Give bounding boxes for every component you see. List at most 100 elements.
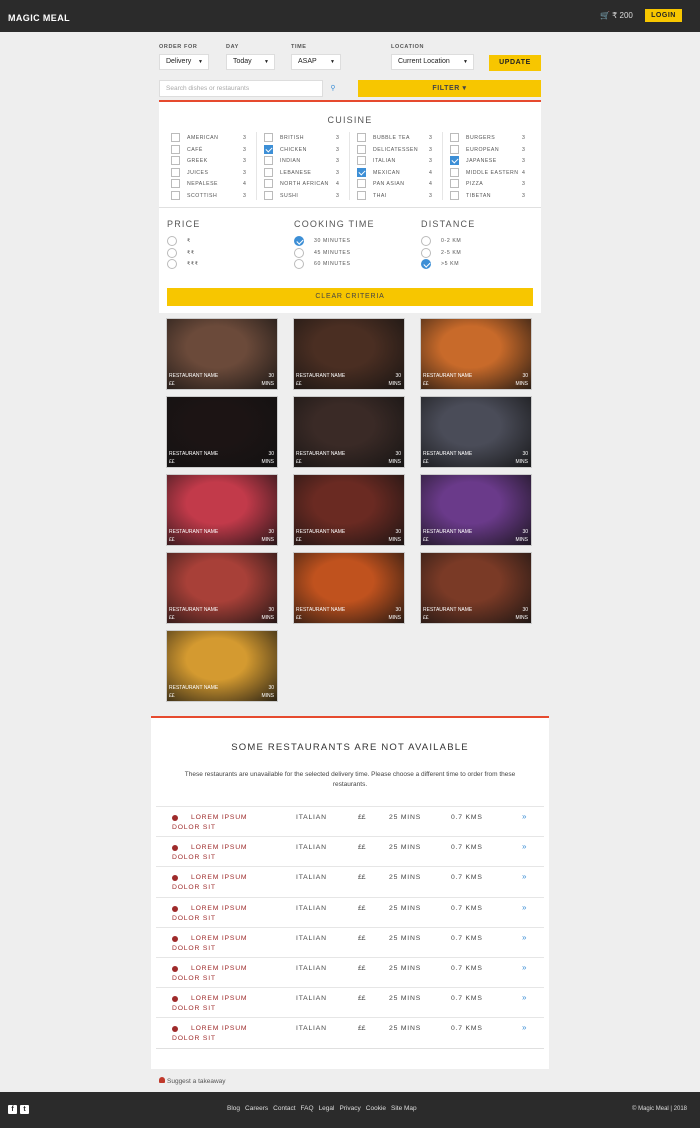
search-icon[interactable]: ⚲ [325, 80, 341, 97]
cuisine-option-indian[interactable]: INDIAN 3 [264, 156, 350, 166]
radio-button[interactable] [421, 247, 431, 258]
checkbox[interactable] [450, 179, 459, 188]
restaurant-tile[interactable]: RESTAURANT NAME ££ 30 MINS [166, 396, 278, 468]
radio-button[interactable] [421, 236, 431, 246]
footer-link-privacy[interactable]: Privacy [339, 1105, 360, 1112]
checkbox[interactable] [357, 156, 366, 165]
cuisine-option-pan-asian[interactable]: PAN ASIAN 4 [357, 179, 443, 189]
unavailable-row[interactable]: LOREM IPSUM DOLOR SIT ITALIAN ££ 25 MINS 0.7… [156, 957, 544, 987]
checkbox[interactable] [264, 133, 273, 142]
checkbox[interactable] [357, 133, 366, 142]
radio-button[interactable] [294, 247, 304, 258]
radio-button[interactable] [294, 236, 304, 246]
cuisine-option-caf-[interactable]: CAFÉ 3 [171, 144, 257, 155]
footer-link-legal[interactable]: Legal [319, 1105, 335, 1112]
restaurant-tile[interactable]: RESTAURANT NAME ££ 30 MINS [166, 318, 278, 390]
chevron-right-icon[interactable]: » [522, 1023, 526, 1032]
chevron-right-icon[interactable]: » [522, 812, 526, 821]
cuisine-option-middle-eastern[interactable]: MIDDLE EASTERN 4 [450, 167, 536, 178]
restaurant-tile[interactable]: RESTAURANT NAME ££ 30 MINS [166, 630, 278, 702]
restaurant-tile[interactable]: RESTAURANT NAME ££ 30 MINS [293, 396, 405, 468]
checkbox[interactable] [450, 190, 459, 200]
checkbox[interactable] [171, 156, 180, 165]
cuisine-option-european[interactable]: EUROPEAN 3 [450, 144, 536, 155]
restaurant-tile[interactable]: RESTAURANT NAME ££ 30 MINS [293, 474, 405, 546]
radio-button[interactable] [167, 259, 177, 269]
radio-button[interactable] [294, 259, 304, 269]
filter-button[interactable]: FILTER ▾ [358, 80, 541, 97]
cuisine-option-japanese[interactable]: JAPANESE 3 [450, 156, 536, 166]
time-select[interactable]: ASAP ▼ [291, 54, 341, 70]
cuisine-option-tibetan[interactable]: TIBETAN 3 [450, 190, 536, 201]
price-option[interactable]: ₹₹ [167, 247, 277, 258]
unavailable-row[interactable]: LOREM IPSUM DOLOR SIT ITALIAN ££ 25 MINS 0.7… [156, 1017, 544, 1047]
cooking-option[interactable]: 45 MINUTES [294, 247, 404, 258]
location-select[interactable]: Current Location ▼ [391, 54, 474, 70]
checkbox[interactable] [264, 179, 273, 188]
restaurant-name[interactable]: LOREM IPSUM DOLOR SIT [172, 873, 267, 893]
price-option[interactable]: ₹ [167, 236, 277, 246]
checkbox[interactable] [264, 167, 273, 177]
unavailable-row[interactable]: LOREM IPSUM DOLOR SIT ITALIAN ££ 25 MINS 0.7… [156, 987, 544, 1017]
footer-link-site-map[interactable]: Site Map [391, 1105, 417, 1112]
cuisine-option-greek[interactable]: GREEK 3 [171, 156, 257, 166]
cuisine-option-italian[interactable]: ITALIAN 3 [357, 156, 443, 166]
search-input[interactable]: Search dishes or restaurants [159, 80, 323, 97]
suggest-takeaway-link[interactable]: Suggest a takeaway [159, 1077, 226, 1085]
restaurant-name[interactable]: LOREM IPSUM DOLOR SIT [172, 904, 267, 924]
cooking-option[interactable]: 60 MINUTES [294, 259, 404, 269]
restaurant-name[interactable]: LOREM IPSUM DOLOR SIT [172, 813, 267, 833]
checkbox[interactable] [264, 156, 273, 165]
restaurant-tile[interactable]: RESTAURANT NAME ££ 30 MINS [420, 396, 532, 468]
checkbox[interactable] [171, 133, 180, 142]
checkbox[interactable] [171, 144, 180, 154]
login-button[interactable]: LOGIN [645, 9, 682, 22]
chevron-right-icon[interactable]: » [522, 872, 526, 881]
cuisine-option-thai[interactable]: THAI 3 [357, 190, 443, 201]
checkbox[interactable] [357, 190, 366, 200]
unavailable-row[interactable]: LOREM IPSUM DOLOR SIT ITALIAN ££ 25 MINS 0.7… [156, 866, 544, 896]
cuisine-option-burgers[interactable]: BURGERS 3 [450, 133, 536, 143]
cuisine-option-delicatessen[interactable]: DELICATESSEN 3 [357, 144, 443, 155]
checkbox[interactable] [450, 144, 459, 154]
price-option[interactable]: ₹₹₹ [167, 259, 277, 269]
cuisine-option-north-african[interactable]: NORTH AFRICAN 4 [264, 179, 350, 189]
cuisine-option-british[interactable]: BRITISH 3 [264, 133, 350, 143]
checkbox[interactable] [450, 167, 459, 177]
distance-option[interactable]: 2-5 KM [421, 247, 531, 258]
restaurant-tile[interactable]: RESTAURANT NAME ££ 30 MINS [166, 552, 278, 624]
restaurant-name[interactable]: LOREM IPSUM DOLOR SIT [172, 843, 267, 863]
restaurant-tile[interactable]: RESTAURANT NAME ££ 30 MINS [420, 318, 532, 390]
radio-button[interactable] [167, 247, 177, 258]
cuisine-option-nepalese[interactable]: NEPALESE 4 [171, 179, 257, 189]
chevron-right-icon[interactable]: » [522, 903, 526, 912]
checkbox[interactable] [171, 190, 180, 200]
footer-link-blog[interactable]: Blog [227, 1105, 240, 1112]
restaurant-tile[interactable]: RESTAURANT NAME ££ 30 MINS [293, 318, 405, 390]
twitter-icon[interactable]: t [20, 1105, 29, 1114]
unavailable-row[interactable]: LOREM IPSUM DOLOR SIT ITALIAN ££ 25 MINS 0.7… [156, 926, 544, 957]
cuisine-option-mexican[interactable]: MEXICAN 4 [357, 167, 443, 178]
restaurant-name[interactable]: LOREM IPSUM DOLOR SIT [172, 994, 267, 1014]
clear-criteria-button[interactable]: CLEAR CRITERIA [167, 288, 533, 306]
checkbox[interactable] [357, 144, 366, 154]
chevron-right-icon[interactable]: » [522, 993, 526, 1002]
basket-total[interactable]: 🛒 ₹ 200 [600, 11, 633, 20]
chevron-right-icon[interactable]: » [522, 963, 526, 972]
radio-button[interactable] [421, 259, 431, 269]
restaurant-tile[interactable]: RESTAURANT NAME ££ 30 MINS [420, 474, 532, 546]
unavailable-row[interactable]: LOREM IPSUM DOLOR SIT ITALIAN ££ 25 MINS 0.7… [156, 896, 544, 927]
checkbox[interactable] [171, 167, 180, 177]
cuisine-option-scottish[interactable]: SCOTTISH 3 [171, 190, 257, 201]
cuisine-option-juices[interactable]: JUICES 3 [171, 167, 257, 178]
distance-option[interactable]: >5 KM [421, 259, 531, 269]
restaurant-name[interactable]: LOREM IPSUM DOLOR SIT [172, 964, 267, 984]
cuisine-option-pizza[interactable]: PIZZA 3 [450, 179, 536, 189]
restaurant-name[interactable]: LOREM IPSUM DOLOR SIT [172, 934, 267, 954]
unavailable-row[interactable]: LOREM IPSUM DOLOR SIT ITALIAN ££ 25 MINS 0.7… [156, 836, 544, 866]
update-button[interactable]: UPDATE [489, 55, 541, 71]
checkbox[interactable] [450, 156, 459, 165]
restaurant-name[interactable]: LOREM IPSUM DOLOR SIT [172, 1024, 267, 1044]
cuisine-option-chicken[interactable]: CHICKEN 3 [264, 144, 350, 155]
footer-link-contact[interactable]: Contact [273, 1105, 295, 1112]
